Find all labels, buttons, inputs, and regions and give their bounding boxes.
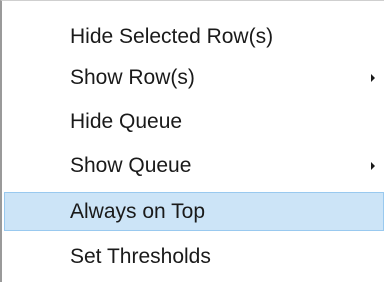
context-menu: Hide Selected Row(s) Show Row(s) Hide Qu… [0, 0, 384, 282]
menu-item-hide-queue[interactable]: Hide Queue [4, 102, 384, 141]
menu-item-label: Show Row(s) [70, 66, 195, 89]
menu-item-label: Hide Queue [70, 110, 183, 133]
menu-item-label: Hide Selected Row(s) [70, 25, 274, 48]
menu-item-label: Set Thresholds [70, 245, 211, 268]
menu-item-always-on-top[interactable]: Always on Top [4, 192, 384, 231]
menu-item-hide-selected-rows[interactable]: Hide Selected Row(s) [4, 17, 384, 56]
menu-item-show-queue[interactable]: Show Queue [4, 146, 384, 185]
menu-item-label: Always on Top [70, 200, 206, 223]
menu-item-label: Show Queue [70, 154, 192, 177]
menu-item-show-rows[interactable]: Show Row(s) [4, 58, 384, 97]
menu-item-set-thresholds[interactable]: Set Thresholds [4, 237, 384, 276]
chevron-right-icon [371, 74, 375, 82]
chevron-right-icon [371, 162, 375, 170]
